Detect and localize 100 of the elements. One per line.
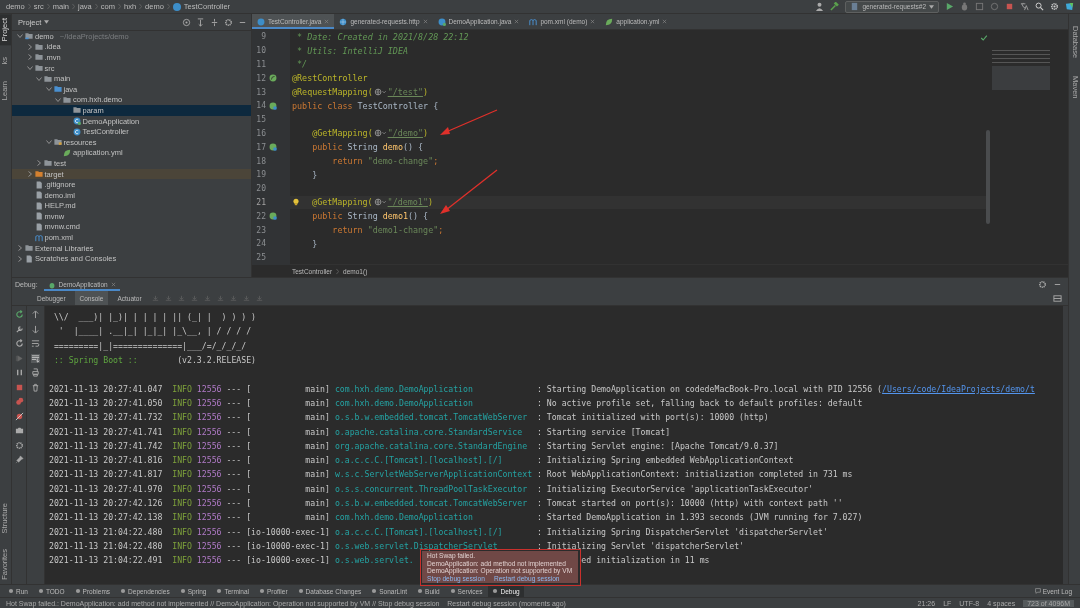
- scroll-icon[interactable]: [31, 353, 40, 363]
- print-icon[interactable]: [31, 368, 40, 377]
- hammer-icon[interactable]: [830, 2, 840, 11]
- globe-icon[interactable]: [373, 88, 387, 97]
- layout-icon[interactable]: [1053, 293, 1062, 303]
- bean-icon[interactable]: [269, 74, 277, 83]
- folder-icon: [25, 244, 33, 253]
- code-text: @GetMapping(: [311, 197, 373, 208]
- close-icon[interactable]: [422, 19, 428, 24]
- log-pid: 12556: [196, 440, 222, 451]
- line-number: 24: [255, 239, 266, 249]
- tool-window-icon: [371, 588, 378, 594]
- log-logger: com.hxh.demo.DemoApplication: [334, 383, 473, 394]
- log-timestamp: 2021-11-13 20:27:41.050: [49, 397, 163, 408]
- translate-icon[interactable]: [1020, 2, 1029, 11]
- banner-text: (v2.3.2.RELEASE): [177, 355, 257, 366]
- bean-icon[interactable]: [269, 143, 277, 152]
- line-number: 21: [255, 197, 266, 207]
- class-icon: [257, 17, 265, 26]
- close-icon[interactable]: [514, 19, 520, 24]
- down-icon[interactable]: [31, 324, 40, 334]
- log-separator: ---: [226, 426, 242, 437]
- annotation-arrow: [440, 109, 498, 135]
- resume-icon[interactable]: [14, 353, 24, 363]
- expand-all-icon[interactable]: [196, 17, 205, 27]
- file-icon: [25, 254, 33, 263]
- breakpoints-icon[interactable]: [14, 397, 24, 406]
- log-separator: ---: [226, 412, 242, 423]
- profiler-icon[interactable]: [990, 2, 999, 11]
- log-timestamp: 2021-11-13 21:04:22.491: [49, 555, 163, 566]
- rerun-icon[interactable]: [14, 310, 24, 319]
- log-message: : Starting DemoApplication on codedeMacBook-Pro.local with PID 12556 (/Users/code/IdeaProjects/demo/t: [537, 383, 1035, 394]
- close-icon[interactable]: [662, 19, 668, 24]
- collapse-all-icon[interactable]: [210, 17, 219, 27]
- file-icon: [850, 2, 860, 11]
- pin-icon[interactable]: [14, 455, 24, 464]
- coverage-icon[interactable]: [975, 2, 984, 11]
- user-icon[interactable]: [815, 2, 825, 11]
- restart-icon[interactable]: [14, 339, 24, 348]
- log-logger: o.apache.catalina.core.StandardService: [334, 426, 523, 437]
- logo-icon[interactable]: [1065, 2, 1074, 11]
- log-timestamp: 2021-11-13 20:27:41.741: [49, 426, 163, 437]
- pause-icon[interactable]: [14, 368, 24, 377]
- scrollbar[interactable]: [986, 130, 990, 224]
- code-text: public class TestController {: [292, 100, 439, 111]
- log-pid: 12556: [196, 469, 222, 480]
- log-separator: ---: [226, 440, 242, 451]
- close-icon[interactable]: [324, 19, 330, 24]
- camera-icon[interactable]: [14, 426, 24, 435]
- file-link[interactable]: /Users/code/IdeaProjects/demo/t: [882, 383, 1035, 394]
- code-text: * Date: Created in 2021/8/28 22:12: [296, 31, 469, 42]
- log-level: INFO: [172, 426, 192, 437]
- log-level: INFO: [172, 498, 192, 508]
- run-icon[interactable]: [945, 2, 954, 11]
- target-icon[interactable]: [182, 17, 191, 27]
- code-text: }: [311, 169, 318, 180]
- line-number: 10: [255, 46, 266, 56]
- stop-icon[interactable]: [14, 382, 24, 392]
- log-pid: 12556: [196, 455, 222, 466]
- line-number: 22: [255, 211, 266, 221]
- settings-icon[interactable]: [1050, 2, 1059, 11]
- class-icon: [72, 117, 81, 126]
- log-separator: ---: [226, 498, 242, 508]
- stop-icon[interactable]: [1005, 2, 1014, 11]
- log-timestamp: 2021-11-13 20:27:42.138: [49, 512, 163, 523]
- log-level: INFO: [172, 483, 192, 494]
- settings-icon[interactable]: [224, 17, 233, 27]
- log-level: INFO: [172, 440, 192, 451]
- log-level: INFO: [172, 412, 192, 423]
- settings-icon[interactable]: [1038, 280, 1047, 289]
- gear-icon[interactable]: [14, 440, 24, 450]
- log-message: : Initializing Spring DispatcherServlet 'dispatcherServlet': [537, 526, 828, 537]
- bean-icon[interactable]: [269, 101, 277, 110]
- annotation-arrow: [440, 169, 498, 214]
- wrench-icon[interactable]: [14, 324, 24, 334]
- bean-icon[interactable]: [269, 212, 277, 221]
- up-icon[interactable]: [31, 310, 40, 319]
- line-number: 12: [255, 73, 266, 83]
- log-timestamp: 2021-11-13 21:04:22.480: [49, 526, 163, 537]
- speech-bubble-icon: [1034, 588, 1041, 594]
- class-icon: [172, 2, 181, 11]
- bug-icon[interactable]: [960, 2, 969, 11]
- globe-icon[interactable]: [373, 198, 387, 207]
- lightbulb-icon[interactable]: [292, 198, 300, 207]
- code-text: */: [296, 59, 308, 70]
- log-logger: org.apache.catalina.core.StandardEngine: [334, 440, 528, 451]
- chevron-icon: [336, 267, 340, 275]
- log-pid: 12556: [196, 426, 222, 437]
- globe-icon[interactable]: [373, 129, 387, 138]
- search-icon[interactable]: [1035, 2, 1044, 11]
- log-message: : Tomcat started on port(s): 10000 (http) with context path '': [537, 498, 843, 508]
- code-text: @RestController: [292, 73, 368, 84]
- trash-icon[interactable]: [31, 382, 40, 392]
- close-icon[interactable]: [110, 282, 116, 287]
- globe-icon: [339, 17, 348, 26]
- close-icon[interactable]: [590, 19, 596, 24]
- mute-icon[interactable]: [14, 411, 24, 421]
- log-thread: [io-10000-exec-1]: [246, 540, 330, 551]
- tool-window-icon: [8, 588, 14, 594]
- wrap-icon[interactable]: [31, 339, 40, 348]
